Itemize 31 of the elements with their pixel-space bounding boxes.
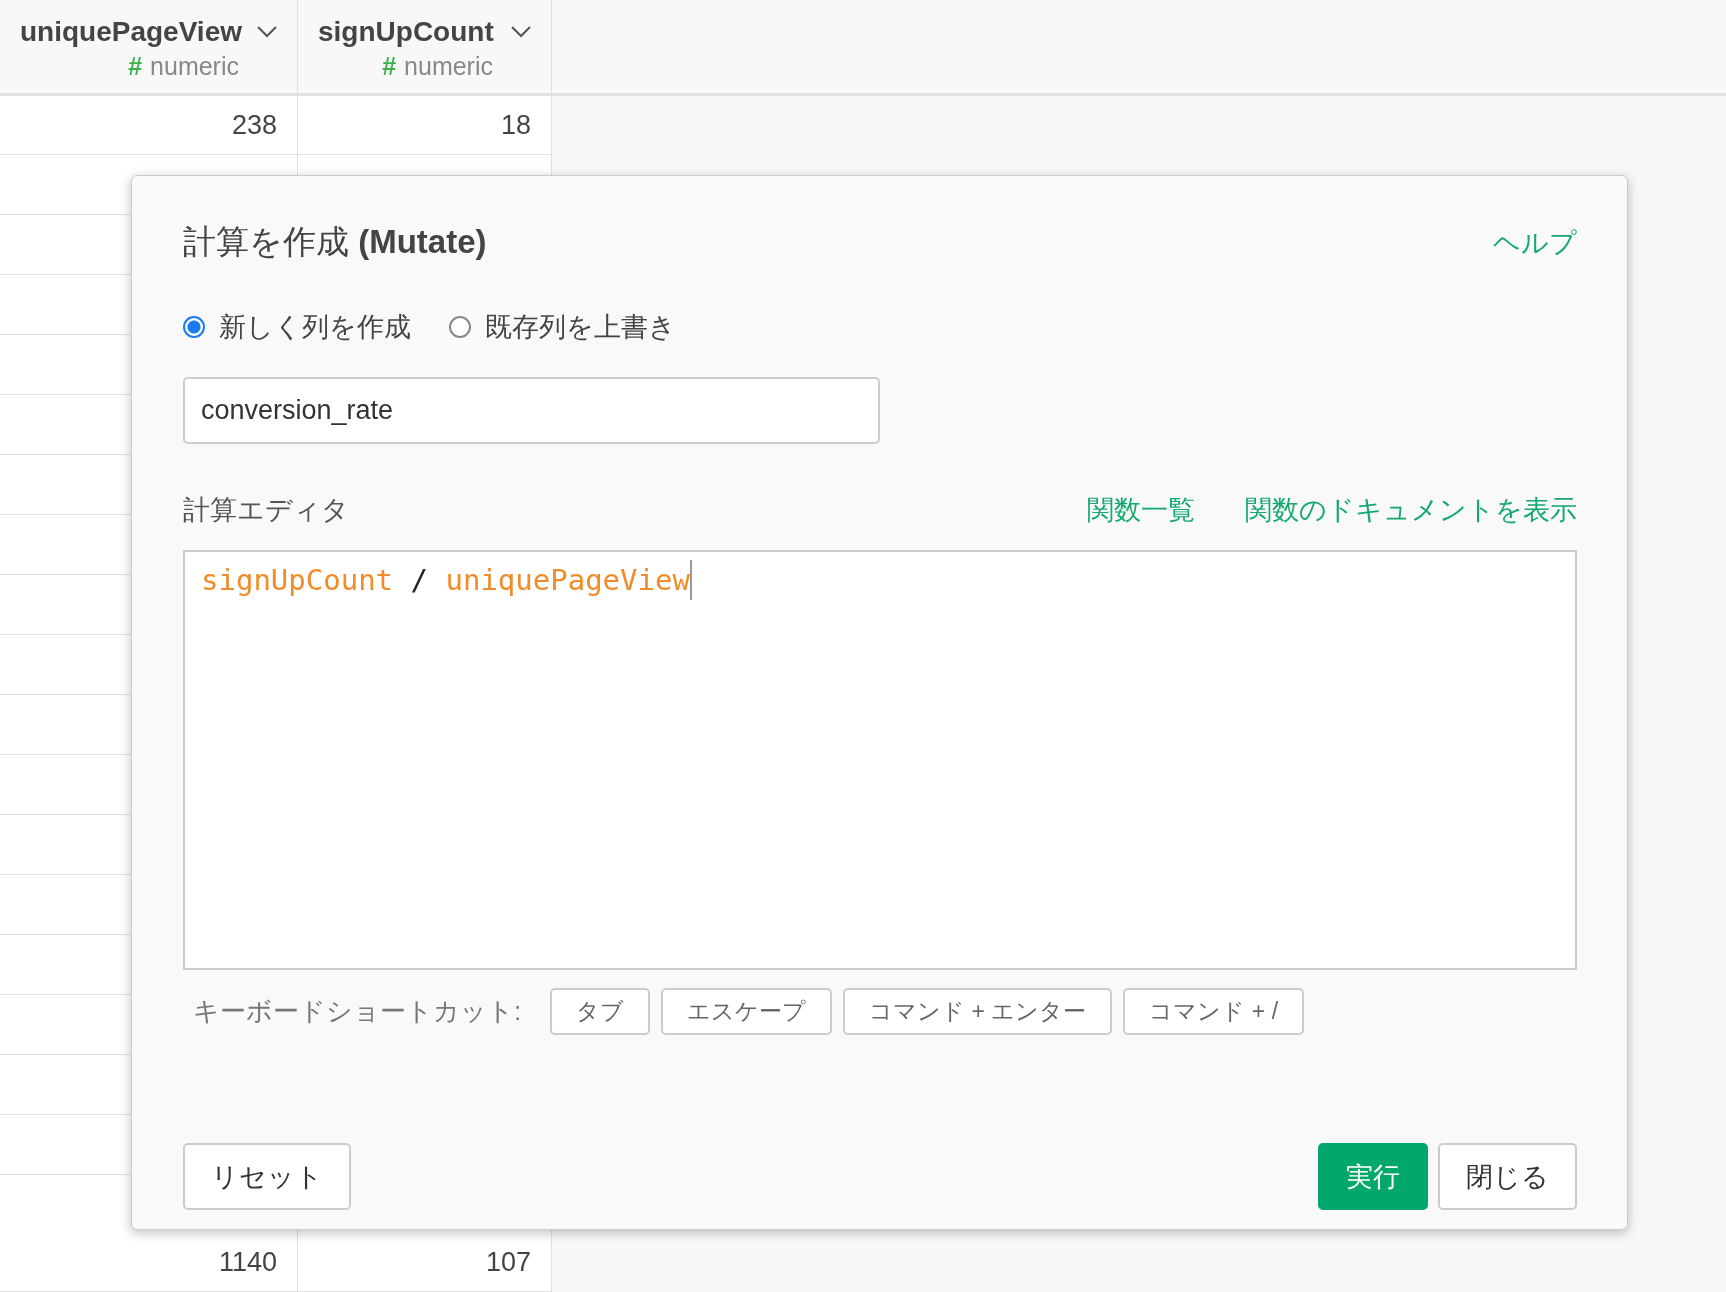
column-type: numeric [150,52,239,80]
close-button[interactable]: 閉じる [1438,1143,1577,1210]
dialog-title: 計算を作成 (Mutate) [183,222,487,262]
shortcut-key: コマンド + / [1123,988,1305,1035]
radio-label: 新しく列を作成 [219,311,411,344]
shortcut-key: コマンド + エンター [843,988,1113,1035]
reset-button[interactable]: リセット [183,1143,351,1210]
radio-button[interactable] [183,316,205,338]
column-name-field[interactable]: conversion_rate [183,377,880,444]
table-cell: 18 [298,96,552,156]
table-cell: 107 [298,1233,552,1292]
column-header[interactable]: signUpCount # numeric [298,0,552,94]
radio-label: 既存列を上書き [485,311,676,344]
code-editor[interactable]: signUpCount / uniquePageView [183,550,1577,970]
column-header[interactable]: uniquePageView # numeric [0,0,298,94]
chevron-down-icon[interactable] [257,26,277,38]
column-name: uniquePageView [20,16,242,48]
radio-button[interactable] [449,316,471,338]
code-line: signUpCount / uniquePageView [201,562,690,599]
editor-label: 計算エディタ [183,494,349,527]
text-cursor [689,560,692,600]
column-type: numeric [404,52,493,80]
shortcut-key: タブ [550,988,651,1035]
shortcuts-label: キーボードショートカット: [193,995,522,1028]
numeric-type-icon: # [382,52,397,80]
numeric-type-icon: # [128,52,143,80]
chevron-down-icon[interactable] [511,26,531,38]
table-cell: 238 [0,96,298,156]
shortcut-key: エスケープ [661,988,833,1035]
table-cell: 1140 [0,1233,298,1292]
column-name: signUpCount [318,16,494,48]
